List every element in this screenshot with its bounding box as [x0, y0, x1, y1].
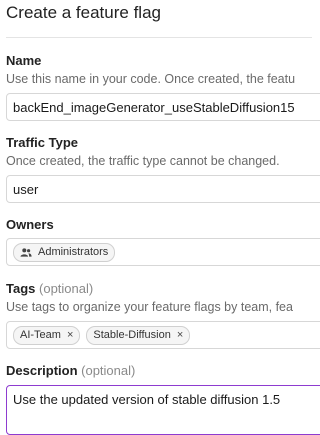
traffic-type-select[interactable]: user	[6, 175, 320, 203]
remove-tag-icon[interactable]: ×	[67, 329, 73, 341]
name-help-text: Use this name in your code. Once created…	[6, 72, 296, 86]
description-label-text: Description	[6, 363, 78, 378]
tag-chip: Stable-Diffusion ×	[86, 325, 191, 345]
name-input[interactable]: backEnd_imageGenerator_useStableDiffusio…	[6, 93, 320, 121]
name-input-value: backEnd_imageGenerator_useStableDiffusio…	[13, 99, 295, 115]
tags-input[interactable]: AI-Team × Stable-Diffusion ×	[6, 321, 320, 349]
remove-tag-icon[interactable]: ×	[177, 329, 183, 341]
group-icon	[20, 247, 32, 257]
name-label: Name	[6, 53, 42, 68]
owners-input[interactable]: Administrators	[6, 238, 320, 266]
tags-optional-text: (optional)	[39, 281, 94, 296]
description-optional-text: (optional)	[81, 363, 136, 378]
page-title: Create a feature flag	[6, 3, 161, 22]
tag-chip: AI-Team ×	[13, 325, 81, 345]
tag-chip-label: Stable-Diffusion	[93, 329, 171, 341]
traffic-type-help-text: Once created, the traffic type cannot be…	[6, 154, 280, 168]
description-value: Use the updated version of stable diffus…	[13, 392, 281, 407]
tags-label: Tags (optional)	[6, 281, 93, 296]
owner-chip-label: Administrators	[38, 246, 109, 258]
traffic-type-value: user	[13, 181, 39, 197]
tags-help-text: Use tags to organize your feature flags …	[6, 300, 293, 314]
description-label: Description (optional)	[6, 363, 135, 378]
description-textarea[interactable]: Use the updated version of stable diffus…	[6, 385, 320, 435]
owner-chip[interactable]: Administrators	[13, 242, 116, 262]
header-divider	[6, 37, 312, 38]
owners-label: Owners	[6, 217, 54, 232]
tag-chip-label: AI-Team	[20, 329, 61, 341]
tags-label-text: Tags	[6, 281, 36, 296]
traffic-type-label: Traffic Type	[6, 135, 79, 150]
